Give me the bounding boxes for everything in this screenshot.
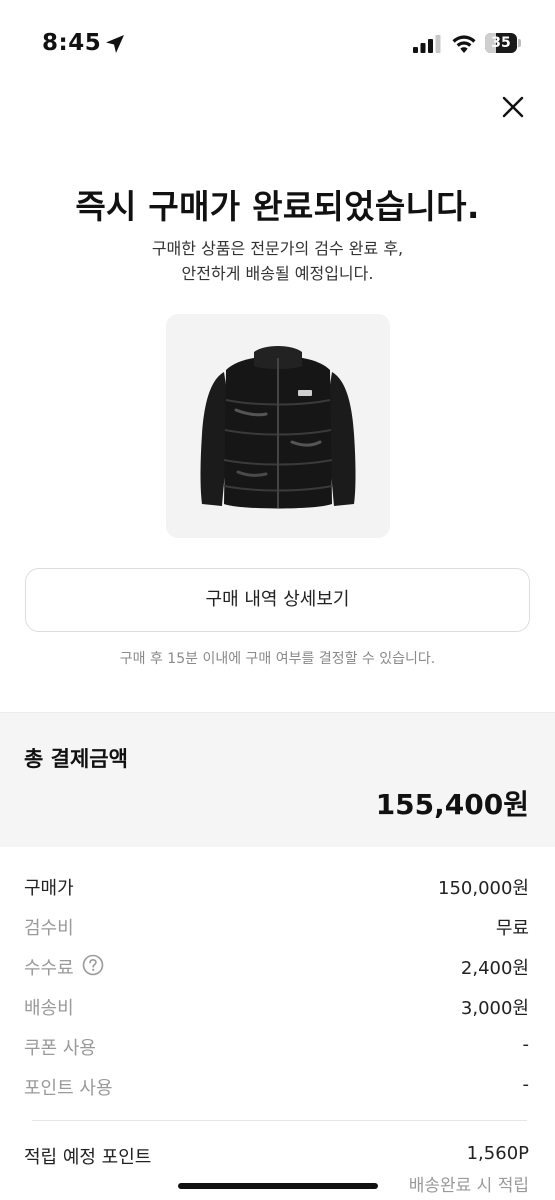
total-payment-label: 총 결제금액 (24, 747, 128, 771)
fee-value: 무료 (495, 918, 529, 939)
home-indicator[interactable] (178, 1183, 378, 1189)
divider (32, 1120, 527, 1121)
battery-body: 35 (485, 33, 517, 53)
total-payment-section: 총 결제금액 155,400원 (0, 712, 555, 847)
fee-row-commission: 수수료 2,400원 (0, 946, 555, 986)
battery-cap (518, 39, 521, 47)
fee-value: 2,400원 (460, 958, 529, 979)
fee-label: 검수비 (24, 918, 74, 939)
page-title: 즉시 구매가 완료되었습니다. (75, 187, 480, 226)
earned-points-value: 1,560P (466, 1143, 529, 1164)
wifi-icon (452, 35, 476, 53)
fee-list: 구매가 150,000원 검수비 무료 수수료 2,400원 배송비 3,000… (0, 866, 555, 1106)
decision-note: 구매 후 15분 이내에 구매 여부를 결정할 수 있습니다. (119, 651, 436, 667)
earned-points-note: 배송완료 시 적립 (408, 1176, 529, 1196)
battery-level: 35 (491, 35, 511, 51)
fee-label: 구매가 (24, 878, 74, 899)
page-subtitle: 구매한 상품은 전문가의 검수 완료 후, 안전하게 배송될 예정입니다. (0, 236, 555, 286)
fee-value: - (522, 1034, 530, 1055)
subtitle-line-2: 안전하게 배송될 예정입니다. (181, 264, 374, 283)
cellular-signal-icon (413, 35, 441, 53)
location-arrow-icon (106, 35, 124, 53)
fee-row-shipping: 배송비 3,000원 (0, 986, 555, 1026)
fee-value: 3,000원 (460, 998, 529, 1019)
earned-points-label: 적립 예정 포인트 (24, 1147, 152, 1168)
fee-row-inspection: 검수비 무료 (0, 906, 555, 946)
total-payment-amount: 155,400원 (375, 788, 529, 821)
help-icon[interactable] (82, 954, 104, 976)
fee-label: 배송비 (24, 998, 74, 1019)
puffer-jacket-image (200, 346, 356, 509)
purchase-detail-button[interactable]: 구매 내역 상세보기 (25, 568, 530, 632)
fee-value: 150,000원 (438, 878, 529, 899)
product-image (166, 314, 390, 538)
fee-label: 쿠폰 사용 (24, 1038, 96, 1059)
fee-label: 포인트 사용 (24, 1078, 113, 1099)
subtitle-line-1: 구매한 상품은 전문가의 검수 완료 후, (151, 239, 404, 258)
fee-row-points-used: 포인트 사용 - (0, 1066, 555, 1106)
status-bar: 8:45 35 (0, 0, 555, 86)
close-icon[interactable] (496, 90, 530, 124)
fee-row-purchase-price: 구매가 150,000원 (0, 866, 555, 906)
status-time: 8:45 (42, 30, 102, 56)
fee-value: - (522, 1074, 530, 1095)
battery-icon: 35 (485, 33, 521, 53)
fee-label: 수수료 (24, 958, 74, 979)
fee-row-coupon: 쿠폰 사용 - (0, 1026, 555, 1066)
